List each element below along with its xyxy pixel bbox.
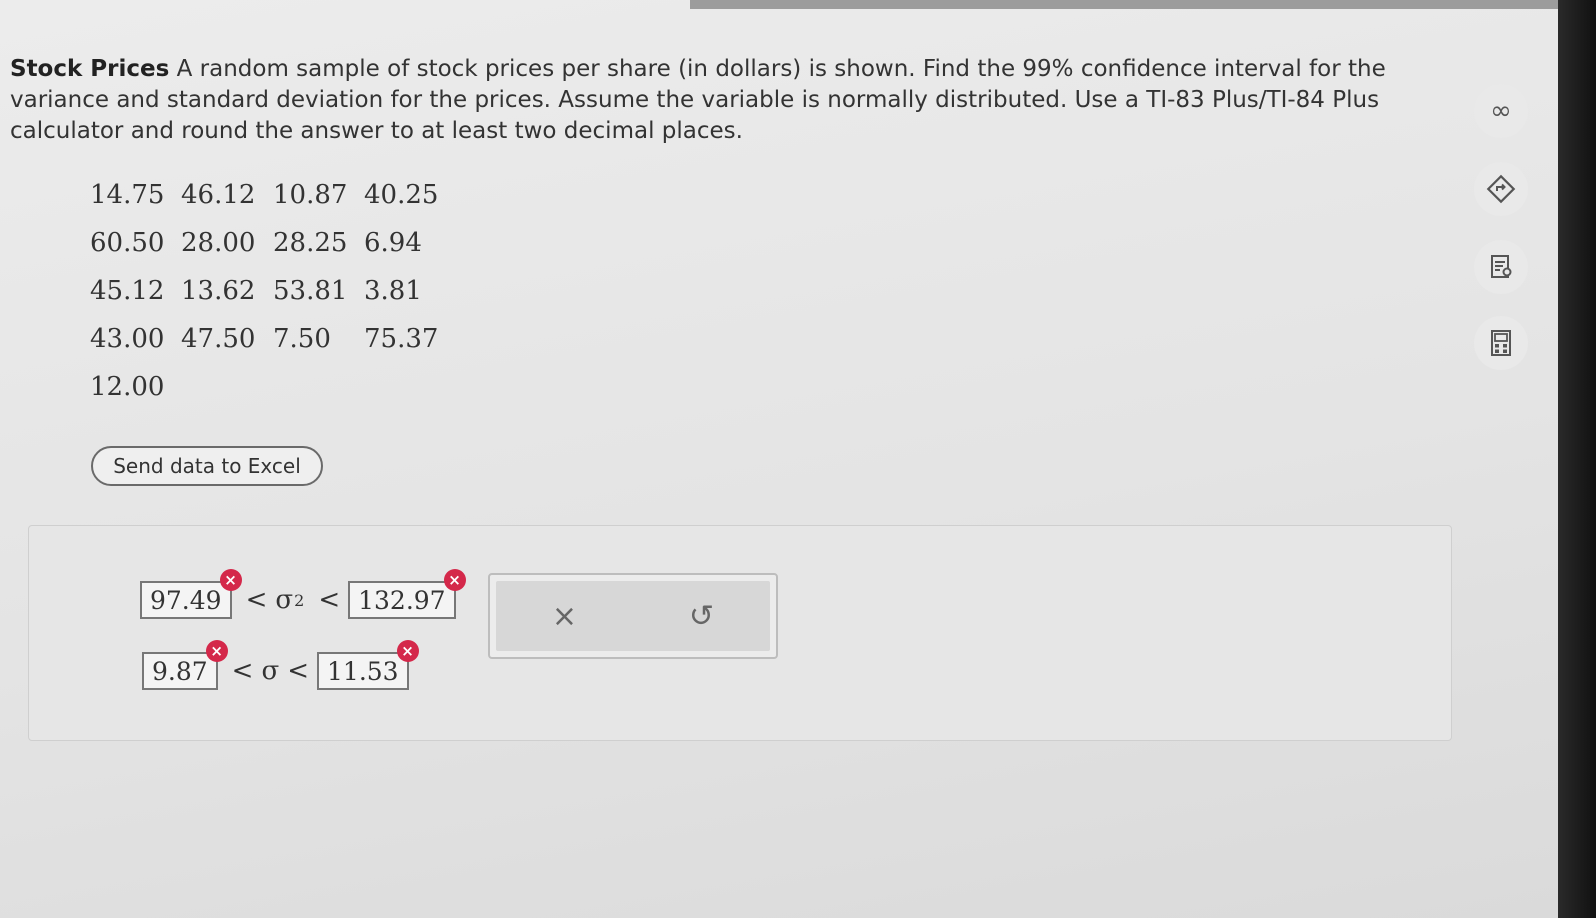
data-value: 75.37 [364,324,439,354]
data-value: 6.94 [364,228,422,258]
data-value: 47.50 [181,324,256,354]
sigma-symbol: σ [275,585,294,615]
undo-button[interactable]: ↺ [678,592,726,640]
sd-lower-input[interactable]: 9.87 × [142,640,228,690]
variance-interval-row: 97.49 × < σ 2 < 132.97 × [140,569,466,619]
sd-lower-value: 9.87 [152,656,208,686]
problem-statement: Stock Prices A random sample of stock pr… [10,54,1450,147]
calculator-tool-button[interactable] [1474,316,1528,370]
data-value: 12.00 [90,372,165,402]
document-search-icon [1491,255,1512,278]
top-bar [690,0,1596,9]
data-value: 45.12 [90,276,165,306]
data-table: 14.75 46.12 10.87 40.25 60.50 28.00 28.2… [90,180,455,402]
less-than-sign: < [231,656,254,686]
infinity-tool-button[interactable]: ∞ [1474,84,1528,138]
diamond-arrow-icon [1486,174,1516,204]
data-value: 3.81 [364,276,422,306]
data-value: 40.25 [364,180,439,210]
document-tool-button[interactable] [1474,240,1528,294]
sd-upper-input[interactable]: 11.53 × [317,640,419,690]
data-value: 46.12 [181,180,256,210]
undo-icon: ↺ [688,598,715,634]
data-value: 10.87 [273,180,348,210]
data-value: 13.62 [181,276,256,306]
error-icon: × [443,569,466,591]
close-icon: × [551,598,578,634]
diamond-tool-button[interactable] [1474,162,1528,216]
screen-bezel [1558,0,1596,918]
data-value: 53.81 [273,276,348,306]
less-than-sign: < [245,585,268,615]
data-value: 14.75 [90,180,165,210]
sd-upper-value: 11.53 [327,656,399,686]
answer-actions: × ↺ [488,573,778,659]
error-icon: × [219,569,242,591]
variance-lower-value: 97.49 [150,585,222,615]
error-icon: × [396,640,419,662]
data-value: 28.00 [181,228,256,258]
less-than-sign: < [318,585,341,615]
sd-interval-row: 9.87 × < σ < 11.53 × [142,640,419,690]
infinity-icon: ∞ [1490,96,1512,126]
error-icon: × [205,640,228,662]
variance-upper-input[interactable]: 132.97 × [348,569,466,619]
send-to-excel-button[interactable]: Send data to Excel [91,446,323,486]
squared-exponent: 2 [294,590,305,610]
variance-lower-input[interactable]: 97.49 × [140,569,242,619]
data-value: 60.50 [90,228,165,258]
variance-upper-value: 132.97 [358,585,446,615]
problem-text: A random sample of stock prices per shar… [10,56,1386,144]
answer-actions-inner: × ↺ [496,581,770,651]
sigma-symbol: σ [261,656,280,686]
data-value: 43.00 [90,324,165,354]
data-value: 28.25 [273,228,348,258]
calculator-icon [1491,330,1511,356]
data-value: 7.50 [273,324,331,354]
less-than-sign: < [287,656,310,686]
problem-title: Stock Prices [10,56,170,82]
clear-answer-button[interactable]: × [541,592,589,640]
